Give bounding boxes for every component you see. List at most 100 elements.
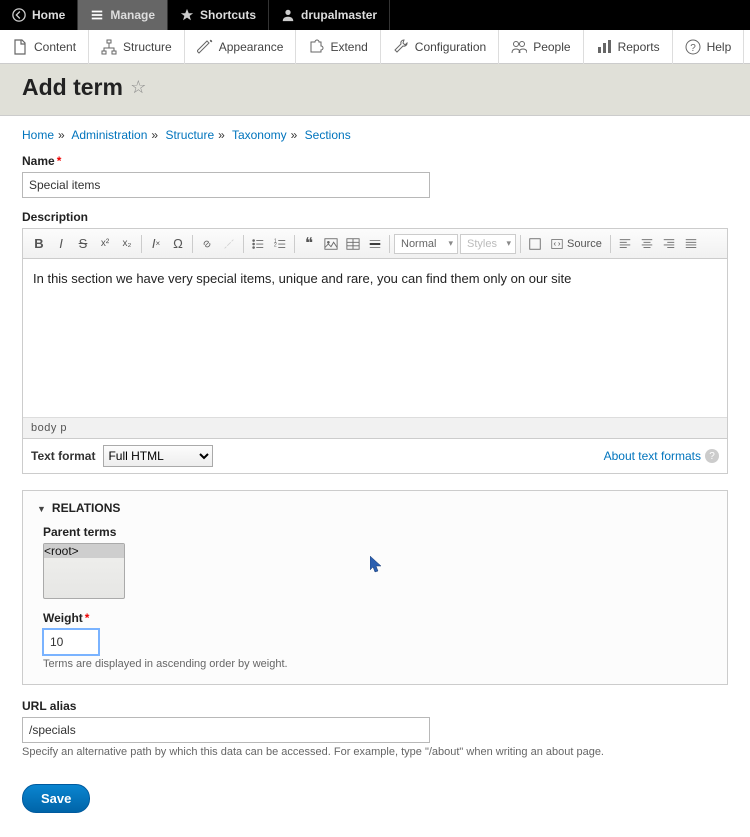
- page-title: Add term: [22, 74, 123, 101]
- image-icon: [324, 237, 338, 251]
- wrench-icon: [393, 39, 409, 55]
- align-right-button[interactable]: [659, 234, 679, 254]
- relations-details: RELATIONS Parent terms <root> Weight* Te…: [22, 490, 728, 685]
- numbered-list-button[interactable]: 12: [270, 234, 290, 254]
- format-dropdown[interactable]: Normal: [394, 234, 458, 254]
- menu-help-label: Help: [707, 40, 732, 54]
- bullet-list-icon: [251, 237, 265, 251]
- toolbar-home[interactable]: Home: [0, 0, 78, 30]
- menu-content-label: Content: [34, 40, 76, 54]
- bullet-list-button[interactable]: [248, 234, 268, 254]
- source-button[interactable]: Source: [547, 238, 606, 250]
- toolbar-user-label: drupalmaster: [301, 8, 377, 22]
- toolbar-shortcuts[interactable]: Shortcuts: [168, 0, 269, 30]
- toolbar-user[interactable]: drupalmaster: [269, 0, 390, 30]
- relations-summary[interactable]: RELATIONS: [37, 501, 713, 515]
- superscript-button[interactable]: x²: [95, 234, 115, 254]
- table-icon: [346, 237, 360, 251]
- menu-content[interactable]: Content: [0, 30, 89, 64]
- subscript-button[interactable]: x₂: [117, 234, 137, 254]
- name-wrapper: Name*: [22, 154, 728, 198]
- toolbar-home-label: Home: [32, 8, 65, 22]
- horizontal-rule-button[interactable]: [365, 234, 385, 254]
- breadcrumb-structure[interactable]: Structure: [165, 128, 214, 142]
- menu-extend[interactable]: Extend: [296, 30, 380, 64]
- image-button[interactable]: [321, 234, 341, 254]
- person-icon: [281, 8, 295, 22]
- align-center-button[interactable]: [637, 234, 657, 254]
- content-region: Home» Administration» Structure» Taxonom…: [0, 116, 750, 837]
- maximize-button[interactable]: [525, 234, 545, 254]
- favorite-star-icon[interactable]: ☆: [130, 77, 146, 97]
- ckeditor-toolbar: B I S x² x₂ I× Ω 12 ❝ Normal: [23, 229, 727, 259]
- menu-configuration[interactable]: Configuration: [381, 30, 499, 64]
- bold-button[interactable]: B: [29, 234, 49, 254]
- remove-format-button[interactable]: I×: [146, 234, 166, 254]
- menu-people-label: People: [533, 40, 570, 54]
- save-button[interactable]: Save: [22, 784, 90, 813]
- title-bar: Add term ☆: [0, 64, 750, 116]
- url-alias-input[interactable]: [22, 717, 430, 743]
- unlink-button[interactable]: [219, 234, 239, 254]
- align-right-icon: [662, 237, 676, 251]
- menu-structure-label: Structure: [123, 40, 172, 54]
- ckeditor: B I S x² x₂ I× Ω 12 ❝ Normal: [22, 228, 728, 439]
- breadcrumb-administration[interactable]: Administration: [71, 128, 147, 142]
- menu-help[interactable]: ? Help: [673, 30, 745, 64]
- tree-icon: [101, 39, 117, 55]
- weight-description: Terms are displayed in ascending order b…: [43, 658, 713, 670]
- styles-dropdown[interactable]: Styles: [460, 234, 516, 254]
- align-left-button[interactable]: [615, 234, 635, 254]
- menu-collapse-button[interactable]: [744, 37, 750, 56]
- breadcrumb-taxonomy[interactable]: Taxonomy: [232, 128, 287, 142]
- weight-input[interactable]: [43, 629, 99, 655]
- breadcrumb-sections[interactable]: Sections: [305, 128, 351, 142]
- help-icon: ?: [685, 39, 701, 55]
- numbered-list-icon: 12: [273, 237, 287, 251]
- svg-text:?: ?: [690, 43, 696, 54]
- special-char-button[interactable]: Ω: [168, 234, 188, 254]
- description-wrapper: Description B I S x² x₂ I× Ω 12 ❝: [22, 210, 728, 474]
- people-icon: [511, 39, 527, 55]
- strikethrough-button[interactable]: S: [73, 234, 93, 254]
- parent-terms-wrapper: Parent terms <root>: [43, 525, 713, 599]
- menu-reports[interactable]: Reports: [584, 30, 673, 64]
- align-center-icon: [640, 237, 654, 251]
- text-format-label: Text format: [31, 449, 95, 463]
- parent-terms-label: Parent terms: [43, 525, 713, 539]
- italic-button[interactable]: I: [51, 234, 71, 254]
- menu-people[interactable]: People: [499, 30, 583, 64]
- svg-text:2: 2: [274, 242, 277, 248]
- text-format-select[interactable]: Full HTML: [103, 445, 213, 467]
- menu-extend-label: Extend: [330, 40, 367, 54]
- about-text-formats-link[interactable]: About text formats: [604, 449, 701, 463]
- parent-terms-select[interactable]: <root>: [43, 543, 125, 599]
- hr-icon: [368, 237, 382, 251]
- question-mark-icon[interactable]: ?: [705, 449, 719, 463]
- url-alias-description: Specify an alternative path by which thi…: [22, 746, 728, 758]
- menu-appearance[interactable]: Appearance: [185, 30, 297, 64]
- link-button[interactable]: [197, 234, 217, 254]
- bar-chart-icon: [596, 39, 612, 55]
- align-left-icon: [618, 237, 632, 251]
- source-icon: [551, 238, 563, 250]
- ckeditor-body[interactable]: In this section we have very special ite…: [23, 259, 727, 417]
- hamburger-icon: [90, 8, 104, 22]
- blockquote-button[interactable]: ❝: [299, 234, 319, 254]
- description-label: Description: [22, 210, 728, 224]
- weight-label: Weight*: [43, 611, 713, 625]
- align-justify-button[interactable]: [681, 234, 701, 254]
- toolbar-manage[interactable]: Manage: [78, 0, 168, 30]
- menu-appearance-label: Appearance: [219, 40, 284, 54]
- breadcrumb-home[interactable]: Home: [22, 128, 54, 142]
- star-icon: [180, 8, 194, 22]
- admin-menu: Content Structure Appearance Extend Conf…: [0, 30, 750, 64]
- align-justify-icon: [684, 237, 698, 251]
- menu-structure[interactable]: Structure: [89, 30, 185, 64]
- name-input[interactable]: [22, 172, 430, 198]
- ckeditor-path[interactable]: body p: [23, 417, 727, 438]
- menu-configuration-label: Configuration: [415, 40, 486, 54]
- wand-icon: [197, 39, 213, 55]
- table-button[interactable]: [343, 234, 363, 254]
- broken-chain-icon: [222, 237, 236, 251]
